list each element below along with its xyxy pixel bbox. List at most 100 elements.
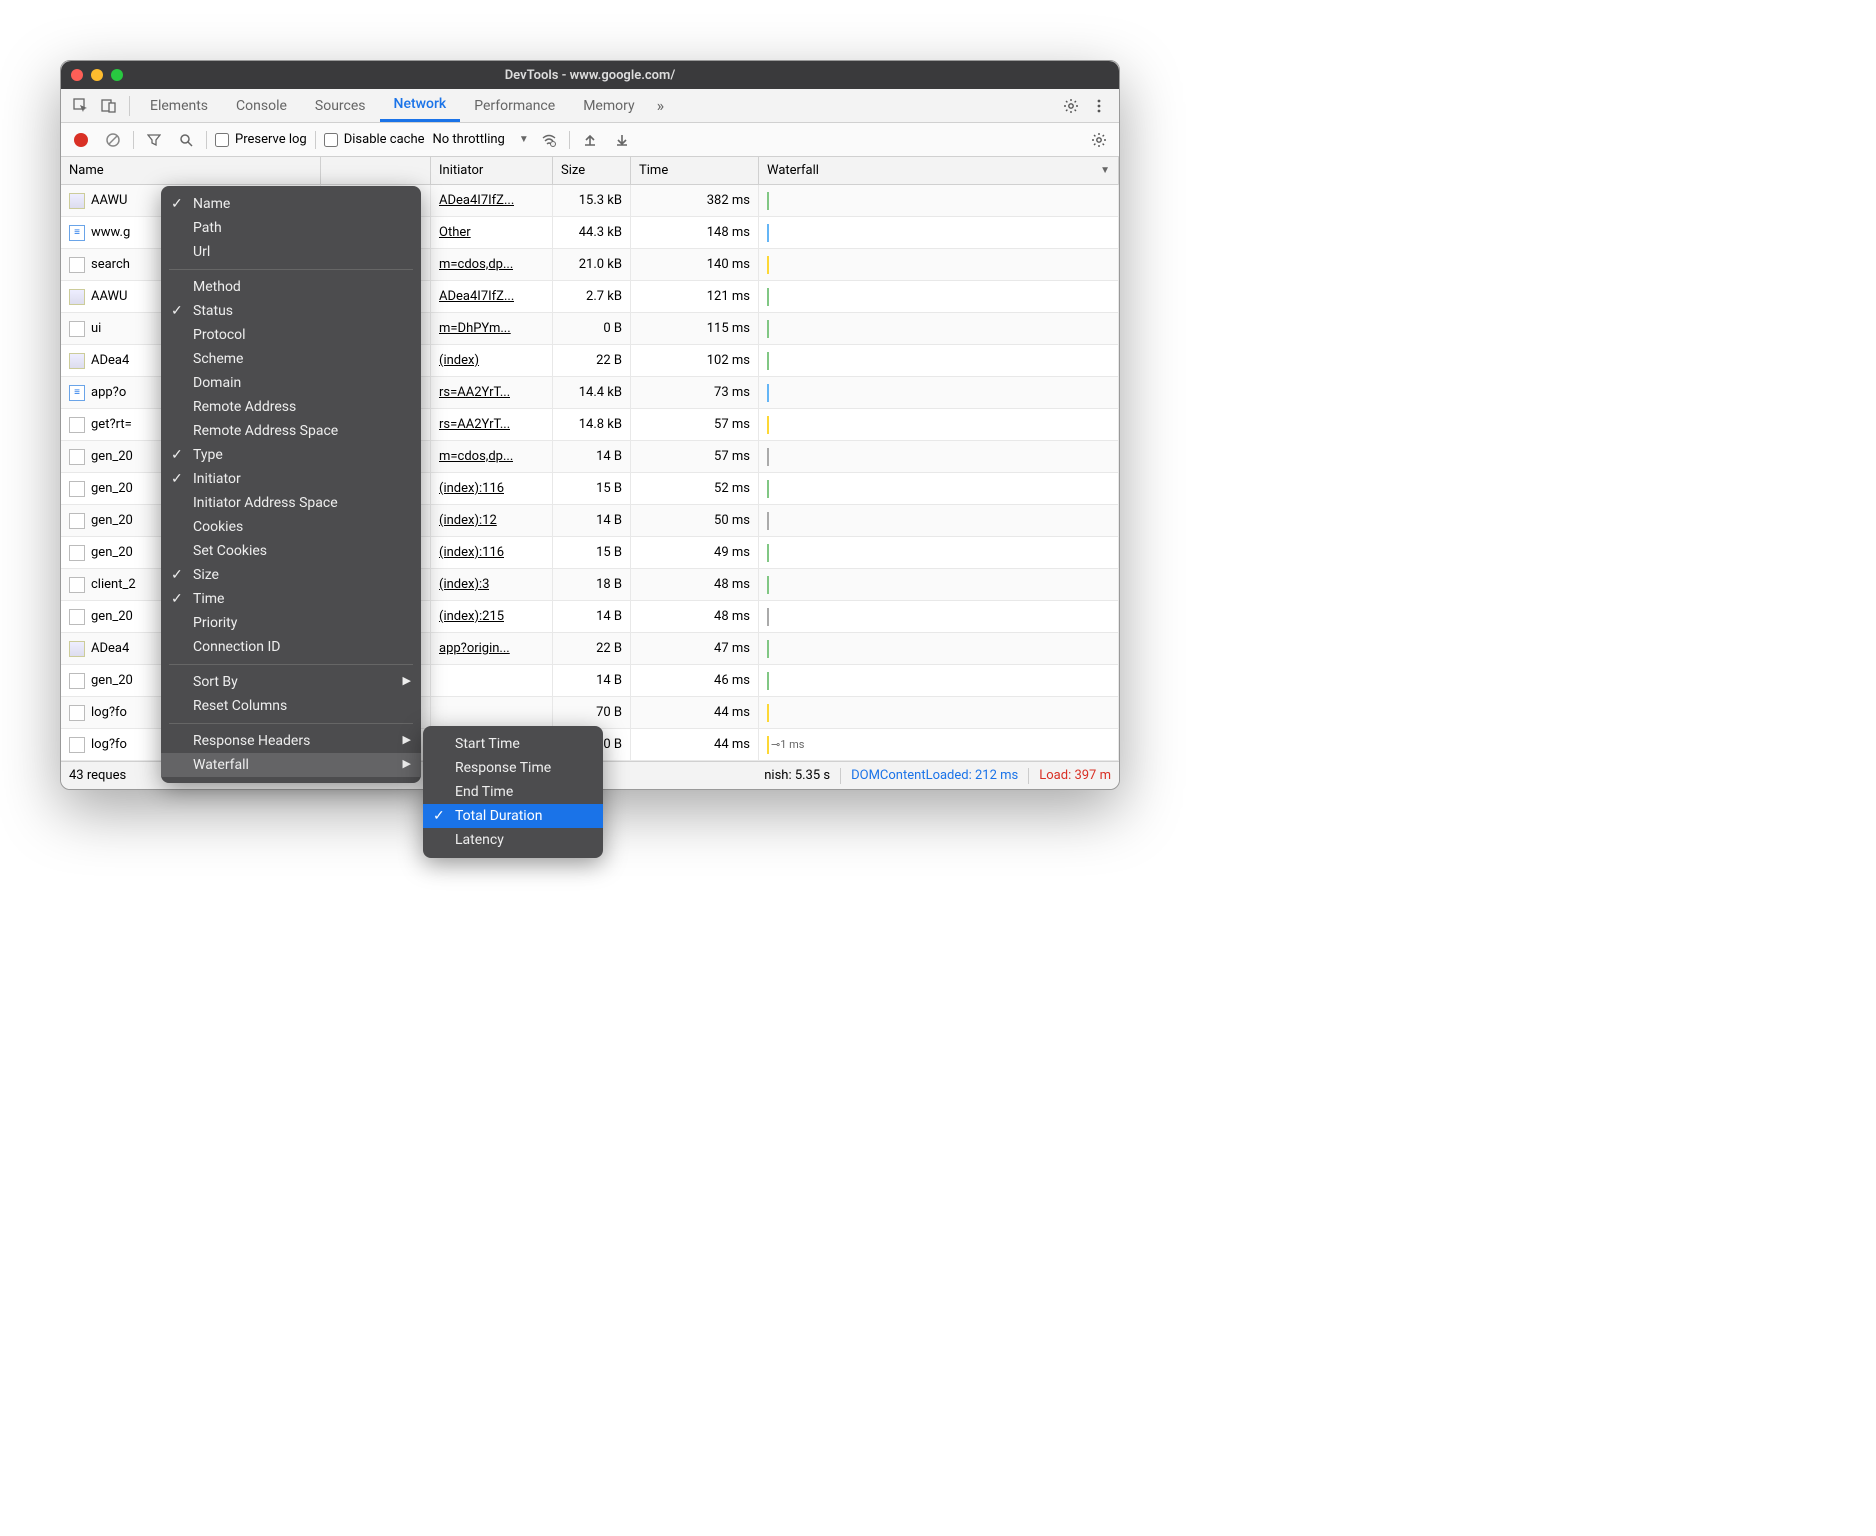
column-header-size[interactable]: Size (553, 157, 631, 184)
menu-item-label: Domain (193, 375, 241, 391)
column-header-time[interactable]: Time (631, 157, 759, 184)
request-time: 48 ms (631, 569, 759, 600)
device-toggle-icon[interactable] (95, 92, 123, 120)
tab-network[interactable]: Network (380, 89, 461, 122)
request-initiator[interactable]: m=DhPYm... (439, 321, 511, 336)
tab-elements[interactable]: Elements (136, 89, 222, 122)
menu-item[interactable]: ✓Initiator (161, 467, 421, 491)
request-initiator[interactable]: ADea4I7IfZ... (439, 289, 514, 304)
request-initiator[interactable]: (index) (439, 353, 479, 368)
tab-memory[interactable]: Memory (569, 89, 648, 122)
menu-item-label: Size (193, 567, 219, 583)
file-type-icon (69, 545, 85, 561)
menu-item[interactable]: Priority (161, 611, 421, 635)
request-initiator[interactable]: rs=AA2YrT... (439, 385, 510, 400)
tab-console[interactable]: Console (222, 89, 301, 122)
settings-gear-icon[interactable] (1057, 92, 1085, 120)
request-initiator[interactable]: (index):215 (439, 609, 504, 624)
menu-item[interactable]: Cookies (161, 515, 421, 539)
request-initiator[interactable]: rs=AA2YrT... (439, 417, 510, 432)
request-time: 102 ms (631, 345, 759, 376)
request-initiator[interactable]: ADea4I7IfZ... (439, 193, 514, 208)
file-type-icon: ≡ (69, 385, 85, 401)
request-initiator[interactable]: (index):116 (439, 481, 504, 496)
more-tabs-icon[interactable]: » (649, 96, 673, 115)
menu-item[interactable]: Remote Address Space (161, 419, 421, 443)
download-har-icon[interactable] (610, 128, 634, 152)
request-initiator[interactable]: Other (439, 225, 471, 240)
request-name: www.g (91, 225, 130, 240)
waterfall-cell (759, 281, 1119, 312)
header-context-menu[interactable]: ✓NamePathUrl Method ✓StatusProtocolScheme D… (161, 186, 421, 783)
menu-item[interactable]: End Time (423, 780, 603, 804)
preserve-log-checkbox[interactable]: Preserve log (215, 132, 307, 147)
menu-item[interactable]: Response Time (423, 756, 603, 780)
request-time: 382 ms (631, 185, 759, 216)
table-header: Name Initiator Size Time Waterfall ▼ (61, 157, 1119, 185)
request-initiator[interactable]: m=cdos,dp... (439, 257, 513, 272)
upload-har-icon[interactable] (578, 128, 602, 152)
clear-icon[interactable] (101, 128, 125, 152)
tab-sources[interactable]: Sources (301, 89, 380, 122)
record-button[interactable] (69, 128, 93, 152)
menu-item-label: Latency (455, 832, 504, 848)
window-minimize-button[interactable] (91, 69, 103, 81)
menu-item[interactable]: Sort By▶ (161, 670, 421, 694)
waterfall-cell: ⊸1 ms (759, 729, 1119, 760)
disable-cache-checkbox[interactable]: Disable cache (324, 132, 425, 147)
menu-item[interactable]: Latency (423, 828, 603, 852)
column-header-waterfall[interactable]: Waterfall ▼ (759, 157, 1119, 184)
menu-item[interactable]: ✓Size (161, 563, 421, 587)
menu-item[interactable]: Domain (161, 371, 421, 395)
tab-performance[interactable]: Performance (460, 89, 569, 122)
menu-item[interactable]: Response Headers▶ (161, 729, 421, 753)
inspect-icon[interactable] (67, 92, 95, 120)
search-icon[interactable] (174, 128, 198, 152)
request-initiator[interactable]: m=cdos,dp... (439, 449, 513, 464)
menu-item[interactable]: Connection ID (161, 635, 421, 659)
network-conditions-icon[interactable] (537, 128, 561, 152)
request-time: 46 ms (631, 665, 759, 696)
window-close-button[interactable] (71, 69, 83, 81)
request-initiator[interactable]: (index):116 (439, 545, 504, 560)
column-header-name[interactable]: Name (61, 157, 321, 184)
menu-item[interactable]: Path (161, 216, 421, 240)
menu-item[interactable]: Method (161, 275, 421, 299)
menu-item[interactable]: Start Time (423, 732, 603, 756)
submenu-arrow-icon: ▶ (403, 674, 411, 687)
menu-item-label: Status (193, 303, 233, 319)
request-time: 44 ms (631, 697, 759, 728)
menu-item[interactable]: Scheme (161, 347, 421, 371)
menu-item-label: Start Time (455, 736, 520, 752)
request-size: 14 B (553, 665, 631, 696)
menu-item[interactable]: Waterfall▶ (161, 753, 421, 777)
waterfall-submenu[interactable]: Start Time Response TimeEnd Time✓Total Du… (423, 726, 603, 858)
filter-icon[interactable] (142, 128, 166, 152)
network-settings-gear-icon[interactable] (1087, 128, 1111, 152)
request-name: gen_20 (91, 545, 133, 560)
menu-item[interactable]: ✓Status (161, 299, 421, 323)
window-maximize-button[interactable] (111, 69, 123, 81)
menu-item[interactable]: Set Cookies (161, 539, 421, 563)
throttling-dropdown[interactable]: No throttling ▼ (433, 132, 529, 147)
network-toolbar: Preserve log Disable cache No throttling… (61, 123, 1119, 157)
menu-item[interactable]: Reset Columns (161, 694, 421, 718)
menu-item[interactable]: Remote Address (161, 395, 421, 419)
column-header-initiator[interactable]: Initiator (431, 157, 553, 184)
menu-item[interactable]: ✓Total Duration (423, 804, 603, 828)
menu-item[interactable]: ✓Time (161, 587, 421, 611)
menu-item[interactable]: Url (161, 240, 421, 264)
request-initiator[interactable]: (index):12 (439, 513, 497, 528)
kebab-menu-icon[interactable] (1085, 92, 1113, 120)
waterfall-cell (759, 441, 1119, 472)
menu-item[interactable]: ✓Name (161, 192, 421, 216)
menu-item[interactable]: ✓Type (161, 443, 421, 467)
request-size: 22 B (553, 345, 631, 376)
request-size: 21.0 kB (553, 249, 631, 280)
menu-item[interactable]: Protocol (161, 323, 421, 347)
request-initiator[interactable]: (index):3 (439, 577, 489, 592)
request-initiator[interactable]: app?origin... (439, 641, 510, 656)
menu-item[interactable]: Initiator Address Space (161, 491, 421, 515)
window-titlebar: DevTools - www.google.com/ (61, 61, 1119, 89)
menu-item-label: Method (193, 279, 241, 295)
